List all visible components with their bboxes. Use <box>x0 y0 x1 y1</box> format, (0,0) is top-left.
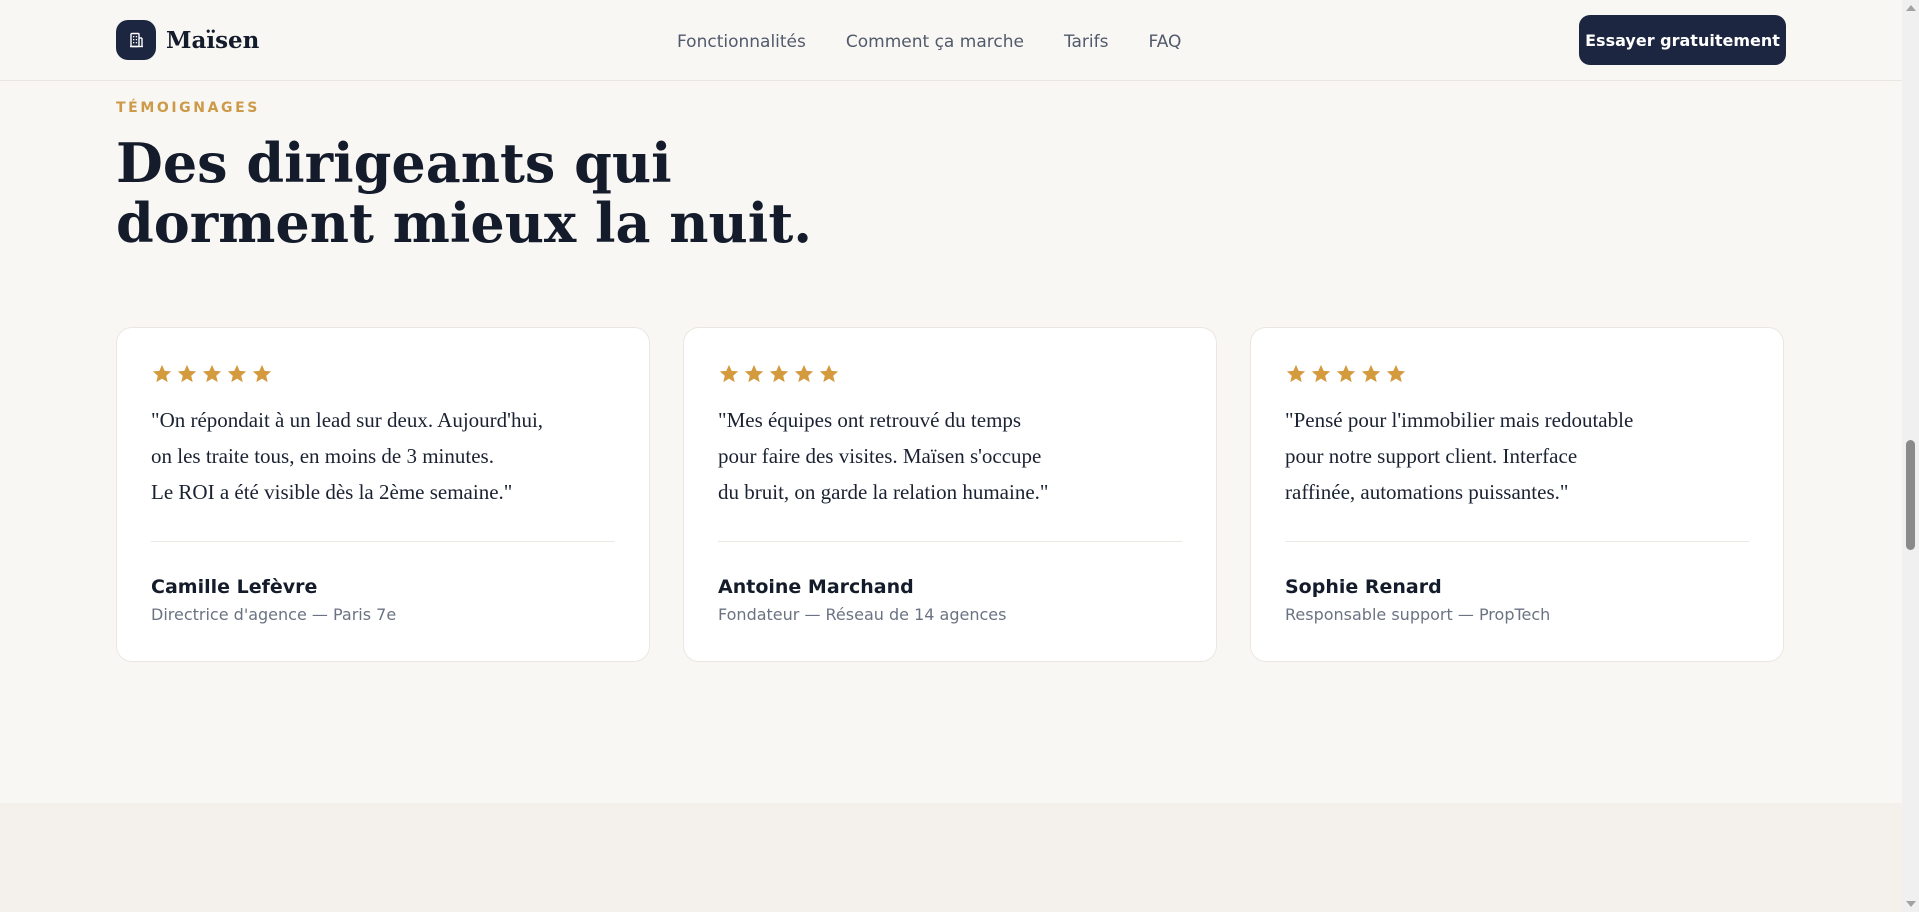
author-name: Camille Lefèvre <box>151 576 318 598</box>
star-icon <box>744 364 764 383</box>
testimonial-quote: "On répondait à un lead sur deux. Aujour… <box>151 402 621 510</box>
nav-link-fonctionnalites[interactable]: Fonctionnalités <box>677 32 806 52</box>
author-role: Fondateur — Réseau de 14 agences <box>718 605 1007 624</box>
star-icon <box>1386 364 1406 383</box>
card-divider <box>718 541 1182 542</box>
testimonial-quote: "Pensé pour l'immobilier mais redoutable… <box>1285 402 1755 510</box>
star-rating <box>718 363 843 385</box>
star-icon <box>227 364 247 383</box>
author-role: Directrice d'agence — Paris 7e <box>151 605 397 624</box>
star-rating <box>1285 363 1410 385</box>
star-icon <box>1361 364 1381 383</box>
testimonial-quote: "Mes équipes ont retrouvé du temps pour … <box>718 402 1188 510</box>
try-free-button[interactable]: Essayer gratuitement <box>1579 15 1786 65</box>
star-rating <box>151 363 276 385</box>
main-nav: Fonctionnalités Comment ça marche Tarifs… <box>677 0 1221 83</box>
quote-line: on les traite tous, en moins de 3 minute… <box>151 444 494 468</box>
star-icon <box>252 364 272 383</box>
brand-name: Maïsen <box>166 26 260 54</box>
card-divider <box>151 541 615 542</box>
nav-link-tarifs[interactable]: Tarifs <box>1064 32 1109 52</box>
author-name: Antoine Marchand <box>718 576 914 598</box>
star-icon <box>769 364 789 383</box>
card-divider <box>1285 541 1749 542</box>
brand-logo[interactable]: Maïsen <box>116 20 259 60</box>
quote-line: Le ROI a été visible dès la 2ème semaine… <box>151 480 513 504</box>
star-icon <box>719 364 739 383</box>
section-eyebrow: TÉMOIGNAGES <box>116 100 260 116</box>
quote-line: "On répondait à un lead sur deux. Aujour… <box>151 408 544 432</box>
star-icon <box>177 364 197 383</box>
quote-line: "Pensé pour l'immobilier mais redoutable <box>1285 408 1634 432</box>
nav-link-comment-ca-marche[interactable]: Comment ça marche <box>846 32 1024 52</box>
star-icon <box>1286 364 1306 383</box>
next-section-band <box>0 803 1902 912</box>
scroll-up-arrow-icon[interactable] <box>1906 5 1916 11</box>
section-title-line: dorment mieux la nuit. <box>116 191 813 255</box>
page-scrollbar[interactable] <box>1902 0 1919 912</box>
nav-link-faq[interactable]: FAQ <box>1148 32 1181 52</box>
testimonial-card: "Mes équipes ont retrouvé du temps pour … <box>683 327 1217 662</box>
scrollbar-thumb[interactable] <box>1906 440 1915 550</box>
author-name: Sophie Renard <box>1285 576 1442 598</box>
site-header: Maïsen Fonctionnalités Comment ça marche… <box>0 0 1902 81</box>
quote-line: du bruit, on garde la relation humaine." <box>718 480 1049 504</box>
quote-line: "Mes équipes ont retrouvé du temps <box>718 408 1022 432</box>
author-role: Responsable support — PropTech <box>1285 605 1551 624</box>
star-icon <box>819 364 839 383</box>
star-icon <box>152 364 172 383</box>
testimonial-card: "Pensé pour l'immobilier mais redoutable… <box>1250 327 1784 662</box>
building-icon <box>116 20 156 60</box>
quote-line: pour faire des visites. Maïsen s'occupe <box>718 444 1042 468</box>
section-title-line: Des dirigeants qui <box>116 131 672 195</box>
star-icon <box>1311 364 1331 383</box>
star-icon <box>1336 364 1356 383</box>
quote-line: raffinée, automations puissantes." <box>1285 480 1569 504</box>
scroll-down-arrow-icon[interactable] <box>1906 901 1916 907</box>
star-icon <box>202 364 222 383</box>
testimonial-card: "On répondait à un lead sur deux. Aujour… <box>116 327 650 662</box>
star-icon <box>794 364 814 383</box>
quote-line: pour notre support client. Interface <box>1285 444 1578 468</box>
section-title: Des dirigeants qui dorment mieux la nuit… <box>116 133 812 253</box>
